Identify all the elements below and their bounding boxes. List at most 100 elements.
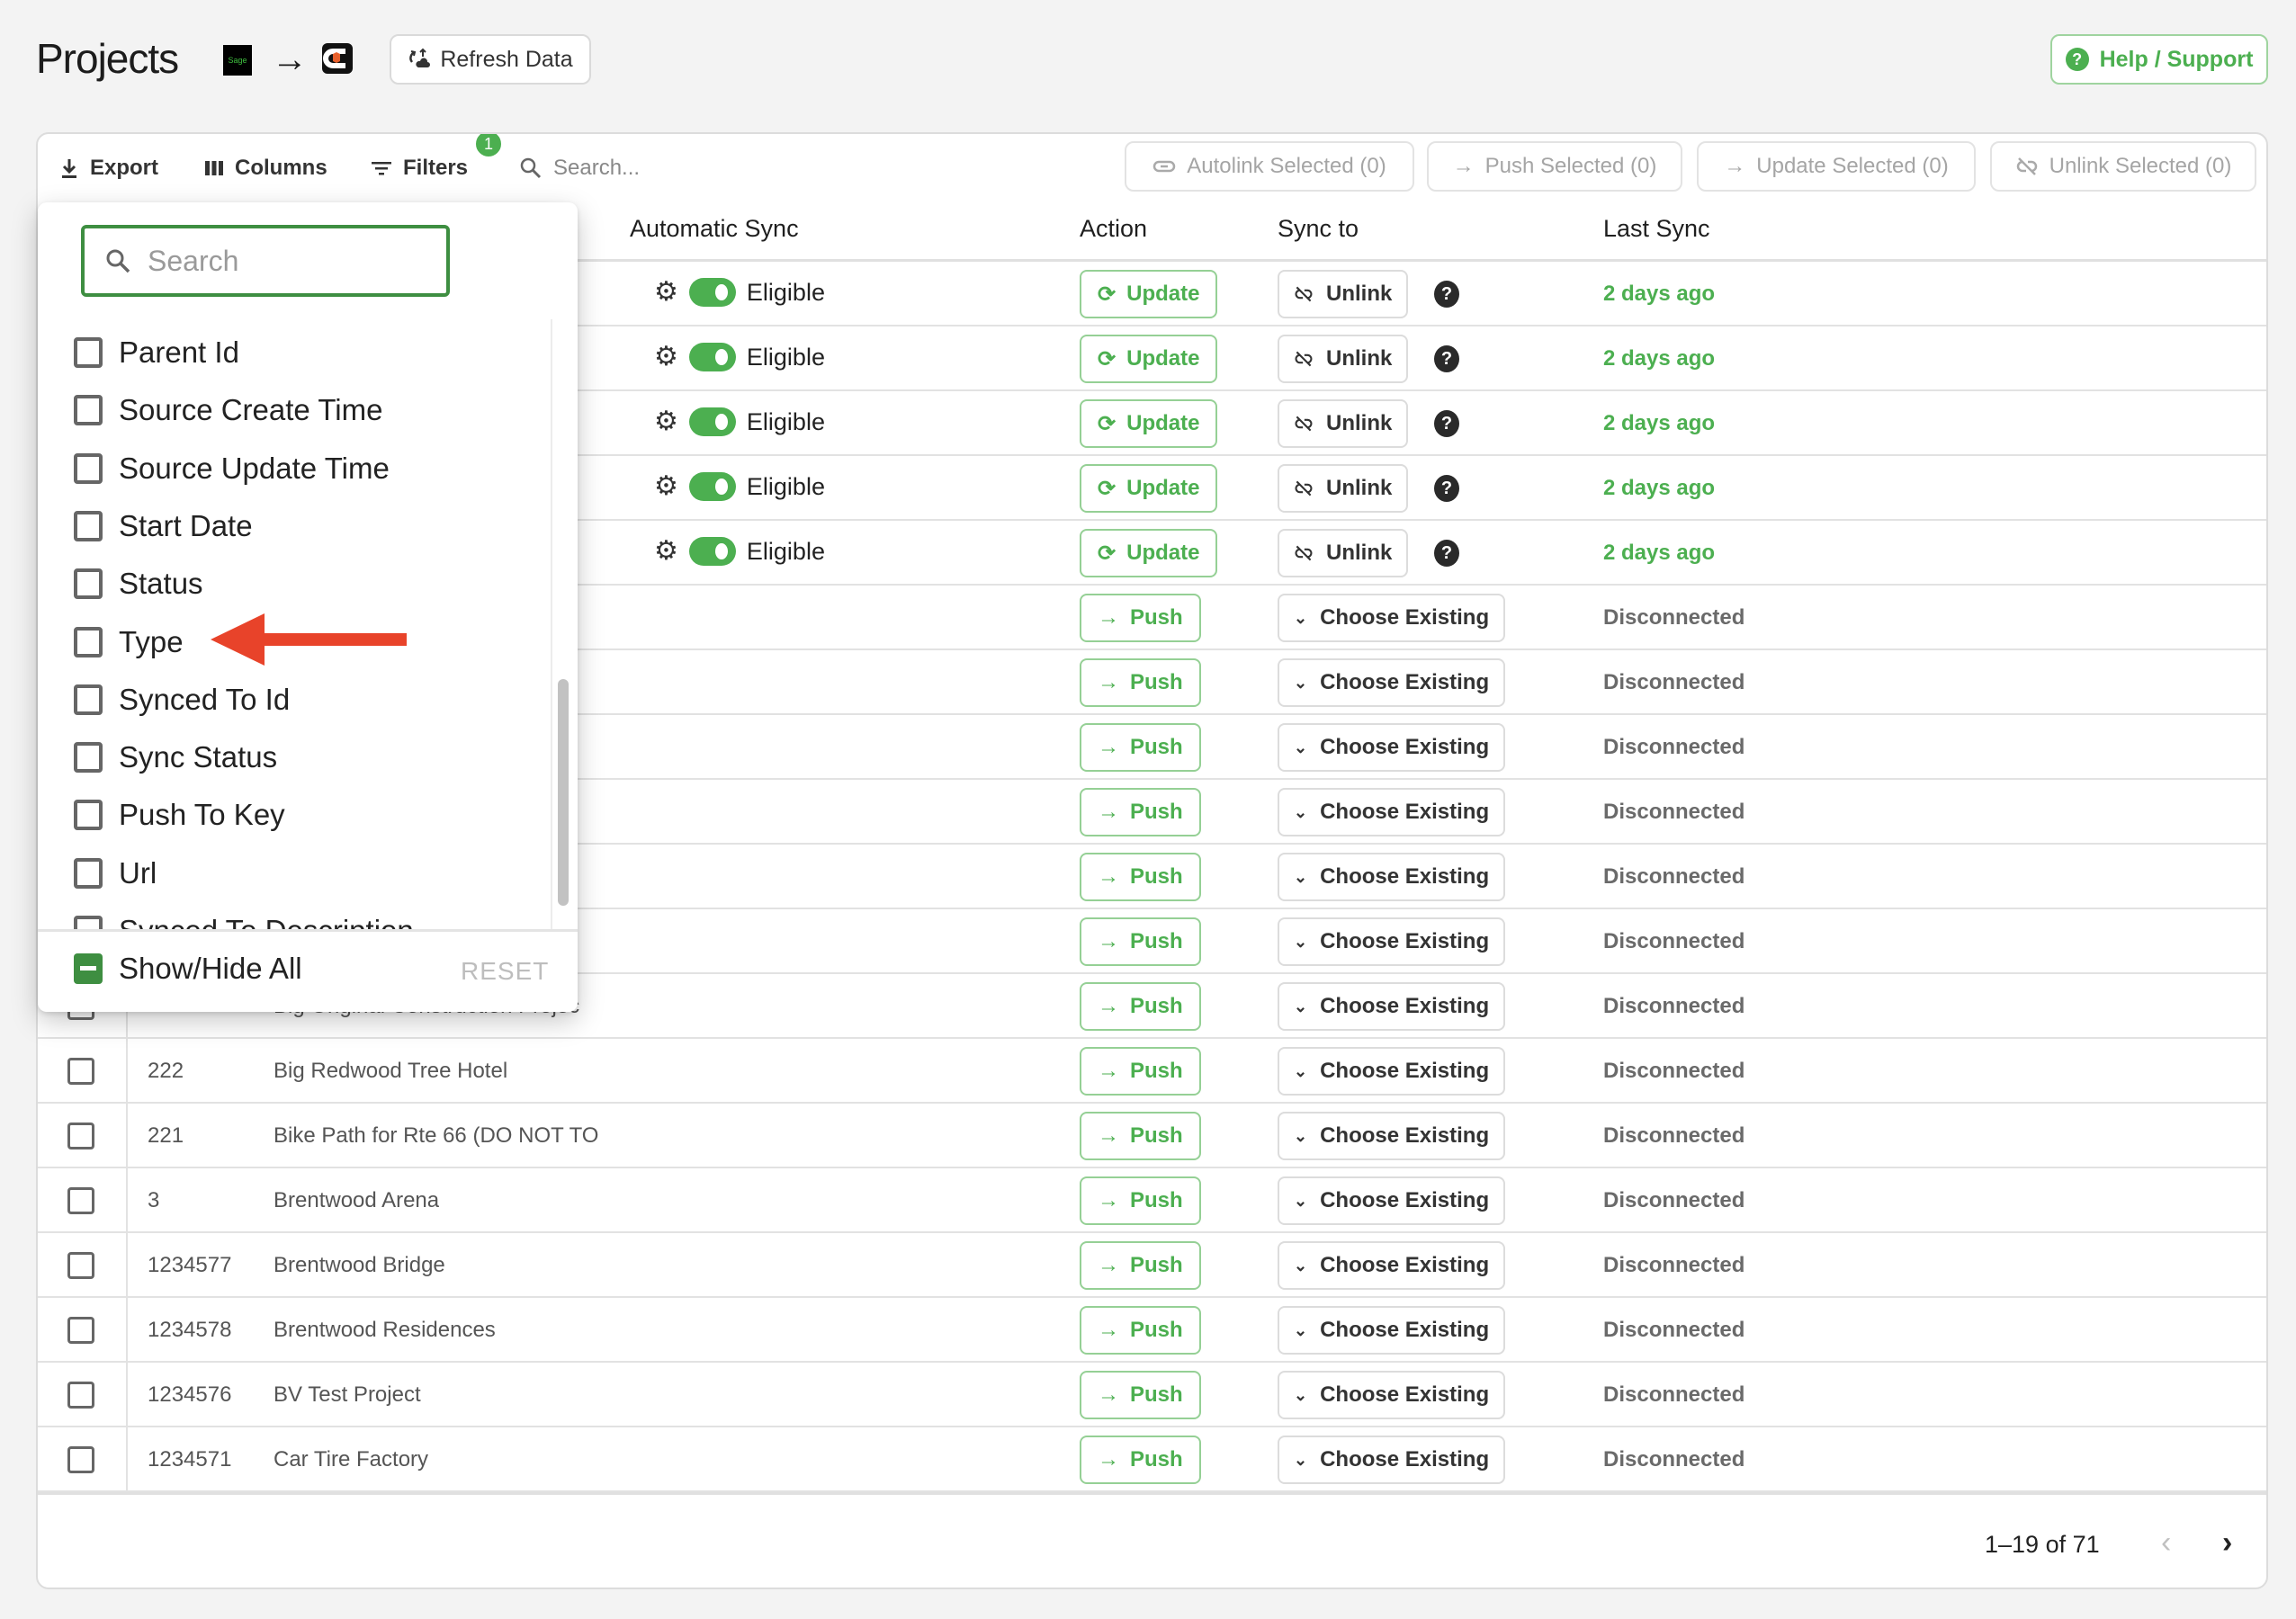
next-page-button[interactable]: › (2222, 1525, 2232, 1561)
update-button[interactable]: ⟳ Update (1080, 529, 1218, 577)
column-header-sync-to[interactable]: Sync to (1278, 215, 1359, 243)
push-button[interactable]: → Push (1080, 658, 1201, 707)
choose-existing-dropdown[interactable]: ⌄ Choose Existing (1278, 594, 1506, 642)
push-button[interactable]: → Push (1080, 1047, 1201, 1096)
column-option[interactable]: Synced To Id (74, 677, 290, 722)
update-button[interactable]: ⟳ Update (1080, 464, 1218, 513)
column-checkbox[interactable] (74, 742, 103, 774)
unlink-button[interactable]: Unlink (1278, 529, 1409, 577)
columns-button[interactable]: Columns (204, 152, 327, 184)
export-button[interactable]: Export (59, 152, 158, 184)
column-list-scrollbar-thumb[interactable] (558, 679, 569, 906)
push-button[interactable]: → Push (1080, 917, 1201, 966)
column-header-action[interactable]: Action (1080, 215, 1147, 243)
row-checkbox[interactable] (67, 1446, 94, 1473)
unlink-selected-button[interactable]: Unlink Selected (0) (1990, 141, 2256, 192)
column-option[interactable]: Start Date (74, 504, 253, 549)
push-button[interactable]: → Push (1080, 1112, 1201, 1160)
push-button[interactable]: → Push (1080, 982, 1201, 1031)
column-option[interactable]: Url (74, 851, 157, 896)
column-checkbox[interactable] (74, 916, 103, 929)
push-button[interactable]: → Push (1080, 788, 1201, 836)
push-button[interactable]: → Push (1080, 1241, 1201, 1290)
reset-columns-button[interactable]: RESET (461, 957, 549, 986)
choose-existing-dropdown[interactable]: ⌄ Choose Existing (1278, 1047, 1506, 1096)
column-checkbox[interactable] (74, 626, 103, 657)
gear-icon[interactable]: ⚙ (654, 538, 678, 565)
automatic-sync-toggle[interactable] (688, 472, 736, 501)
column-checkbox[interactable] (74, 452, 103, 484)
push-button[interactable]: → Push (1080, 594, 1201, 642)
choose-existing-dropdown[interactable]: ⌄ Choose Existing (1278, 788, 1506, 836)
unlink-button[interactable]: Unlink (1278, 464, 1409, 513)
choose-existing-dropdown[interactable]: ⌄ Choose Existing (1278, 723, 1506, 772)
push-button[interactable]: → Push (1080, 1176, 1201, 1225)
column-checkbox[interactable] (74, 800, 103, 831)
choose-existing-dropdown[interactable]: ⌄ Choose Existing (1278, 1112, 1506, 1160)
show-hide-all-toggle[interactable]: Show/Hide All (74, 952, 302, 986)
column-option[interactable]: Synced To Description (74, 908, 414, 929)
column-checkbox[interactable] (74, 337, 103, 368)
choose-existing-dropdown[interactable]: ⌄ Choose Existing (1278, 917, 1506, 966)
column-search-input[interactable]: Search (81, 225, 450, 297)
automatic-sync-toggle[interactable] (688, 343, 736, 371)
table-search-input[interactable]: Search... (519, 152, 640, 184)
autolink-selected-button[interactable]: Autolink Selected (0) (1125, 141, 1414, 192)
previous-page-button[interactable]: ‹ (2161, 1525, 2171, 1561)
unlink-button[interactable]: Unlink (1278, 335, 1409, 383)
column-checkbox[interactable] (74, 568, 103, 600)
choose-existing-dropdown[interactable]: ⌄ Choose Existing (1278, 1436, 1506, 1484)
choose-existing-dropdown[interactable]: ⌄ Choose Existing (1278, 982, 1506, 1031)
push-button[interactable]: → Push (1080, 853, 1201, 901)
help-icon[interactable]: ? (1434, 475, 1459, 502)
push-button[interactable]: → Push (1080, 1436, 1201, 1484)
column-checkbox[interactable] (74, 684, 103, 715)
unlink-button[interactable]: Unlink (1278, 270, 1409, 318)
gear-icon[interactable]: ⚙ (654, 279, 678, 306)
help-support-button[interactable]: ? Help / Support (2050, 34, 2268, 85)
column-header-last-sync[interactable]: Last Sync (1603, 215, 1710, 243)
push-selected-button[interactable]: → Push Selected (0) (1427, 141, 1682, 192)
filters-button[interactable]: Filters (371, 152, 468, 184)
refresh-data-button[interactable]: Refresh Data (390, 34, 591, 85)
automatic-sync-toggle[interactable] (688, 537, 736, 566)
gear-icon[interactable]: ⚙ (654, 344, 678, 371)
update-button[interactable]: ⟳ Update (1080, 270, 1218, 318)
push-button[interactable]: → Push (1080, 1371, 1201, 1419)
help-icon[interactable]: ? (1434, 281, 1459, 308)
choose-existing-dropdown[interactable]: ⌄ Choose Existing (1278, 1176, 1506, 1225)
column-checkbox[interactable] (74, 395, 103, 426)
help-icon[interactable]: ? (1434, 345, 1459, 372)
update-selected-button[interactable]: → Update Selected (0) (1697, 141, 1976, 192)
column-option[interactable]: Source Update Time (74, 446, 390, 491)
gear-icon[interactable]: ⚙ (654, 408, 678, 435)
update-button[interactable]: ⟳ Update (1080, 399, 1218, 448)
row-checkbox[interactable] (67, 1058, 94, 1085)
column-option[interactable]: Type (74, 620, 184, 665)
column-option[interactable]: Source Create Time (74, 388, 382, 433)
unlink-button[interactable]: Unlink (1278, 399, 1409, 448)
row-checkbox[interactable] (67, 1252, 94, 1279)
choose-existing-dropdown[interactable]: ⌄ Choose Existing (1278, 658, 1506, 707)
column-option[interactable]: Sync Status (74, 735, 277, 780)
column-checkbox[interactable] (74, 510, 103, 541)
choose-existing-dropdown[interactable]: ⌄ Choose Existing (1278, 853, 1506, 901)
push-button[interactable]: → Push (1080, 1306, 1201, 1355)
automatic-sync-toggle[interactable] (688, 278, 736, 307)
row-checkbox[interactable] (67, 1317, 94, 1344)
row-checkbox[interactable] (67, 1123, 94, 1149)
choose-existing-dropdown[interactable]: ⌄ Choose Existing (1278, 1241, 1506, 1290)
help-icon[interactable]: ? (1434, 540, 1459, 567)
gear-icon[interactable]: ⚙ (654, 473, 678, 500)
column-header-automatic-sync[interactable]: Automatic Sync (630, 215, 799, 243)
row-checkbox[interactable] (67, 1382, 94, 1409)
push-button[interactable]: → Push (1080, 723, 1201, 772)
help-icon[interactable]: ? (1434, 410, 1459, 437)
column-option[interactable]: Parent Id (74, 330, 239, 375)
choose-existing-dropdown[interactable]: ⌄ Choose Existing (1278, 1306, 1506, 1355)
choose-existing-dropdown[interactable]: ⌄ Choose Existing (1278, 1371, 1506, 1419)
column-checkbox[interactable] (74, 857, 103, 889)
column-option[interactable]: Status (74, 561, 203, 606)
automatic-sync-toggle[interactable] (688, 407, 736, 436)
column-option[interactable]: Push To Key (74, 792, 285, 837)
